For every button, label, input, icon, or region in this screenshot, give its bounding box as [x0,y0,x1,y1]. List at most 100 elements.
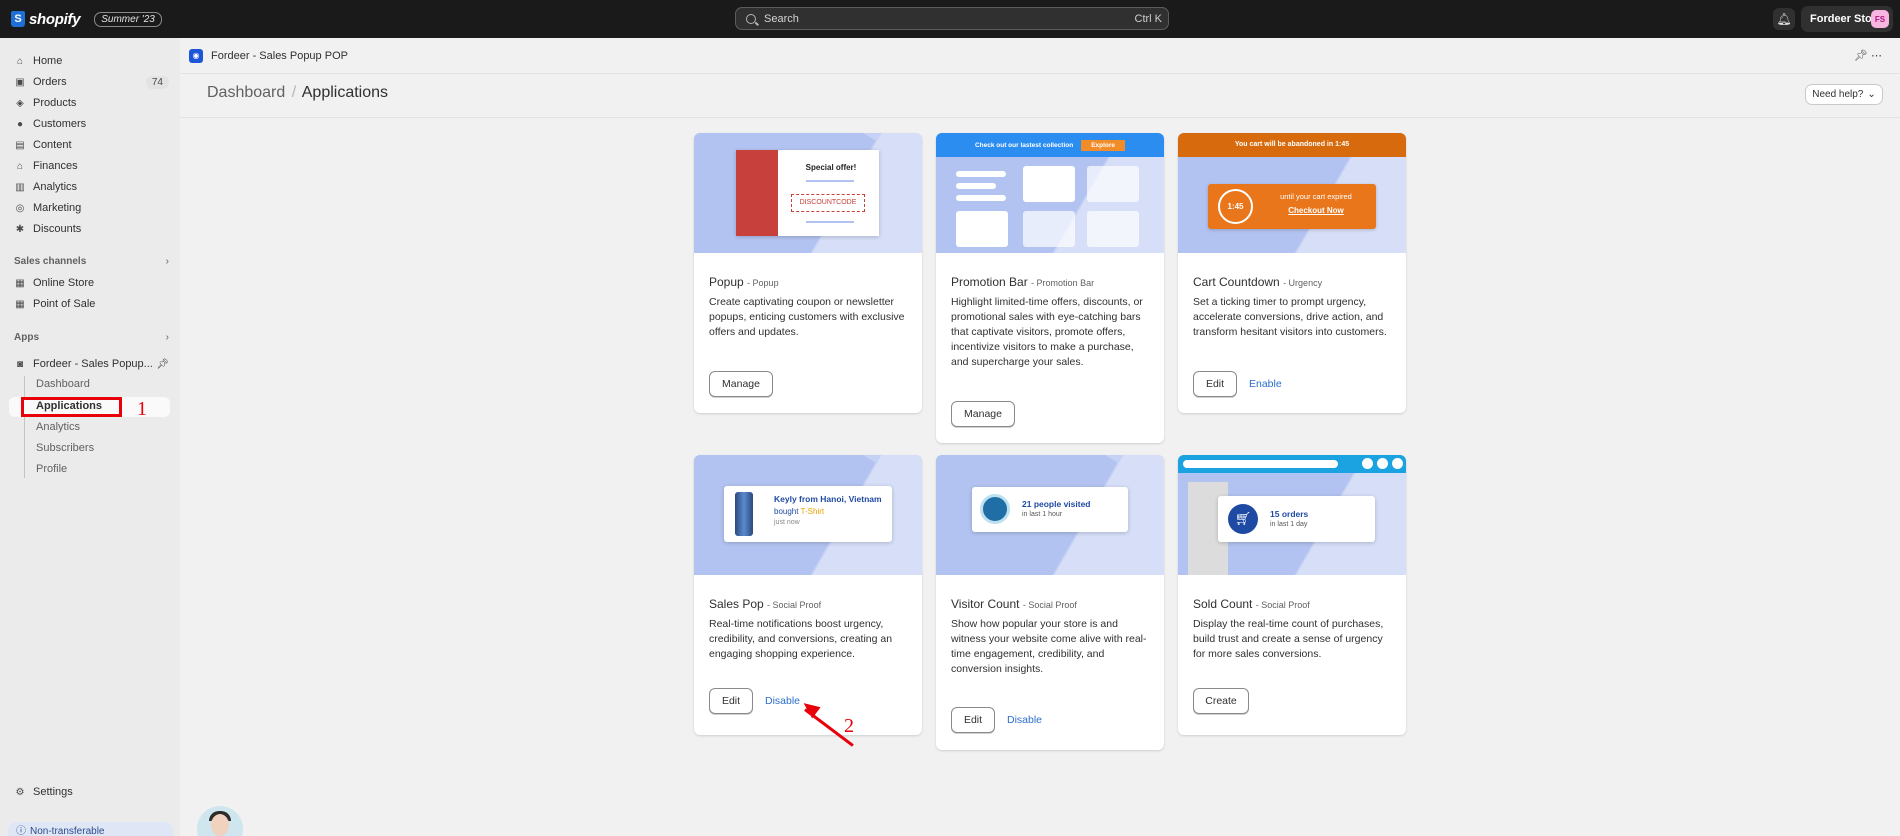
edit-button[interactable]: Edit [1193,371,1237,397]
sidebar-item-finances[interactable]: ⌂ Finances [14,157,169,175]
breadcrumb-separator: / [291,84,297,101]
search-placeholder: Search [764,12,799,25]
card-description: Set a ticking timer to prompt urgency, a… [1193,296,1387,338]
sidebar-item-label: Marketing [33,202,82,214]
breadcrumb-current: Applications [301,84,389,101]
orders-count-badge: 74 [145,75,169,89]
search-bar[interactable]: Search Ctrl K [735,7,1169,30]
sidebar-item-content[interactable]: ▤ Content [14,136,169,154]
sidebar-subitem-subscribers[interactable]: Subscribers [36,442,94,454]
manage-button[interactable]: Manage [709,371,773,397]
bank-icon: ⌂ [16,160,24,172]
app-title: Fordeer - Sales Popup POP [211,49,348,62]
need-help-button[interactable]: Need help? ⌄ [1805,84,1883,105]
sidebar-item-fordeer-app[interactable]: ◙ Fordeer - Sales Popup... 📌︎ [14,355,169,373]
store-icon: ▦ [15,277,25,289]
cart-countdown-preview: You cart will be abandoned in 1:45 1:45 … [1178,133,1406,253]
sidebar-item-customers[interactable]: ● Customers [14,115,169,133]
app-card-visitor-count: 21 people visited in last 1 hour Visitor… [936,455,1164,750]
disable-link[interactable]: Disable [1007,714,1042,726]
annotation-label-2: 2 [844,715,854,737]
sidebar-item-label: Online Store [33,277,95,289]
preview-title: Special offer! [805,163,857,172]
sidebar-item-label: Finances [33,160,78,172]
search-icon [746,13,756,24]
sidebar-item-label: Point of Sale [33,298,96,310]
sidebar-channel-online-store[interactable]: ▦ Online Store [14,274,169,292]
card-description: Real-time notifications boost urgency, c… [709,618,893,660]
breadcrumb: Dashboard / Applications [207,84,388,102]
preview-explore-button: Explore [1081,139,1126,151]
sidebar-item-discounts[interactable]: ✱ Discounts [14,220,169,238]
home-icon: ⌂ [16,55,24,67]
sales-channels-header[interactable]: Sales channels › [14,256,169,267]
preview-timer: 1:45 [1218,189,1253,224]
discount-icon: ✱ [15,223,25,235]
chevron-right-icon: › [165,332,169,343]
sidebar-channel-point-of-sale[interactable]: ▦ Point of Sale [14,295,169,313]
sidebar-item-analytics[interactable]: ▥ Analytics [14,178,169,196]
store-icon: ▦ [15,298,25,310]
preview-line1: 21 people visited [1022,499,1091,509]
sidebar-item-products[interactable]: ◈ Products [14,94,169,112]
sidebar-item-label: Discounts [33,223,82,235]
app-card-sold-count: 🛒︎ 15 orders in last 1 day Sold Count - … [1178,455,1406,735]
breadcrumb-parent[interactable]: Dashboard [207,84,285,101]
brand-name: shopify [29,10,81,28]
app-card-promotion-bar: Check out our lastest collection Explore… [936,133,1164,443]
sidebar-item-label: Fordeer - Sales Popup... [33,358,153,370]
chevron-down-icon: ⌄ [1867,89,1876,100]
preview-line3: just now [774,519,800,526]
non-transferable-notice[interactable]: Non-transferable [8,822,173,836]
edit-button[interactable]: Edit [709,688,753,714]
sidebar-item-label: Analytics [33,181,78,193]
cart-icon: 🛒︎ [1228,504,1258,534]
orders-icon: ▣ [15,76,25,88]
sidebar-item-marketing[interactable]: ◎ Marketing [14,199,169,217]
tag-icon: ◈ [16,97,24,109]
promotion-bar-preview: Check out our lastest collection Explore [936,133,1164,253]
card-title: Visitor Count - Social Proof [951,597,1077,611]
annotation-box-1 [21,397,122,417]
edit-button[interactable]: Edit [951,707,995,733]
person-icon: ● [16,118,24,130]
create-button[interactable]: Create [1193,688,1249,714]
card-title: Sold Count - Social Proof [1193,597,1310,611]
pin-icon[interactable]: 📌︎ ⋯ [1854,49,1882,62]
sidebar-subitem-profile[interactable]: Profile [36,463,67,475]
notification-bell-icon[interactable]: 🔔︎ [1773,8,1795,30]
preview-line2: in last 1 hour [1022,511,1063,518]
card-title: Popup - Popup [709,275,779,289]
store-menu-button[interactable]: Fordeer Store FS [1801,6,1893,32]
apps-header[interactable]: Apps › [14,332,169,343]
pin-icon[interactable]: 📌︎ [156,359,169,370]
sidebar-subitem-dashboard[interactable]: Dashboard [36,378,90,390]
preview-line1: 15 orders [1270,509,1309,519]
enable-link[interactable]: Enable [1249,378,1282,390]
gear-icon: ⚙ [15,786,25,798]
need-help-label: Need help? [1812,89,1864,100]
disable-link[interactable]: Disable [765,695,800,707]
tshirt-thumbnail [735,492,753,536]
app-card-cart-countdown: You cart will be abandoned in 1:45 1:45 … [1178,133,1406,413]
tree-line [24,376,25,478]
shopify-logo[interactable]: S shopify Summer '23 [11,11,162,28]
sidebar-item-orders[interactable]: ▣ Orders 74 [14,73,169,91]
preview-line1: Keyly from Hanoi, Vietnam [774,494,882,504]
visitor-dot-icon [980,494,1010,524]
sidebar-item-label: Content [33,139,72,151]
sidebar-item-home[interactable]: ⌂ Home [14,52,169,70]
preview-bar-text: You cart will be abandoned in 1:45 [1178,133,1406,157]
sidebar-subitem-analytics[interactable]: Analytics [36,421,80,433]
annotation-label-1: 1 [137,398,147,420]
preview-line1: until your cart expired [1280,192,1352,201]
card-description: Create captivating coupon or newsletter … [709,296,905,338]
top-bar: S shopify Summer '23 Search Ctrl K 🔔︎ Fo… [0,0,1900,38]
apps-label: Apps [14,332,39,343]
manage-button[interactable]: Manage [951,401,1015,427]
preview-line2: in last 1 day [1270,521,1308,528]
target-icon: ◎ [15,202,25,214]
preview-bar-text: Check out our lastest collection [974,141,1074,149]
edition-badge[interactable]: Summer '23 [94,11,162,27]
sidebar-item-settings[interactable]: ⚙ Settings [14,783,169,801]
